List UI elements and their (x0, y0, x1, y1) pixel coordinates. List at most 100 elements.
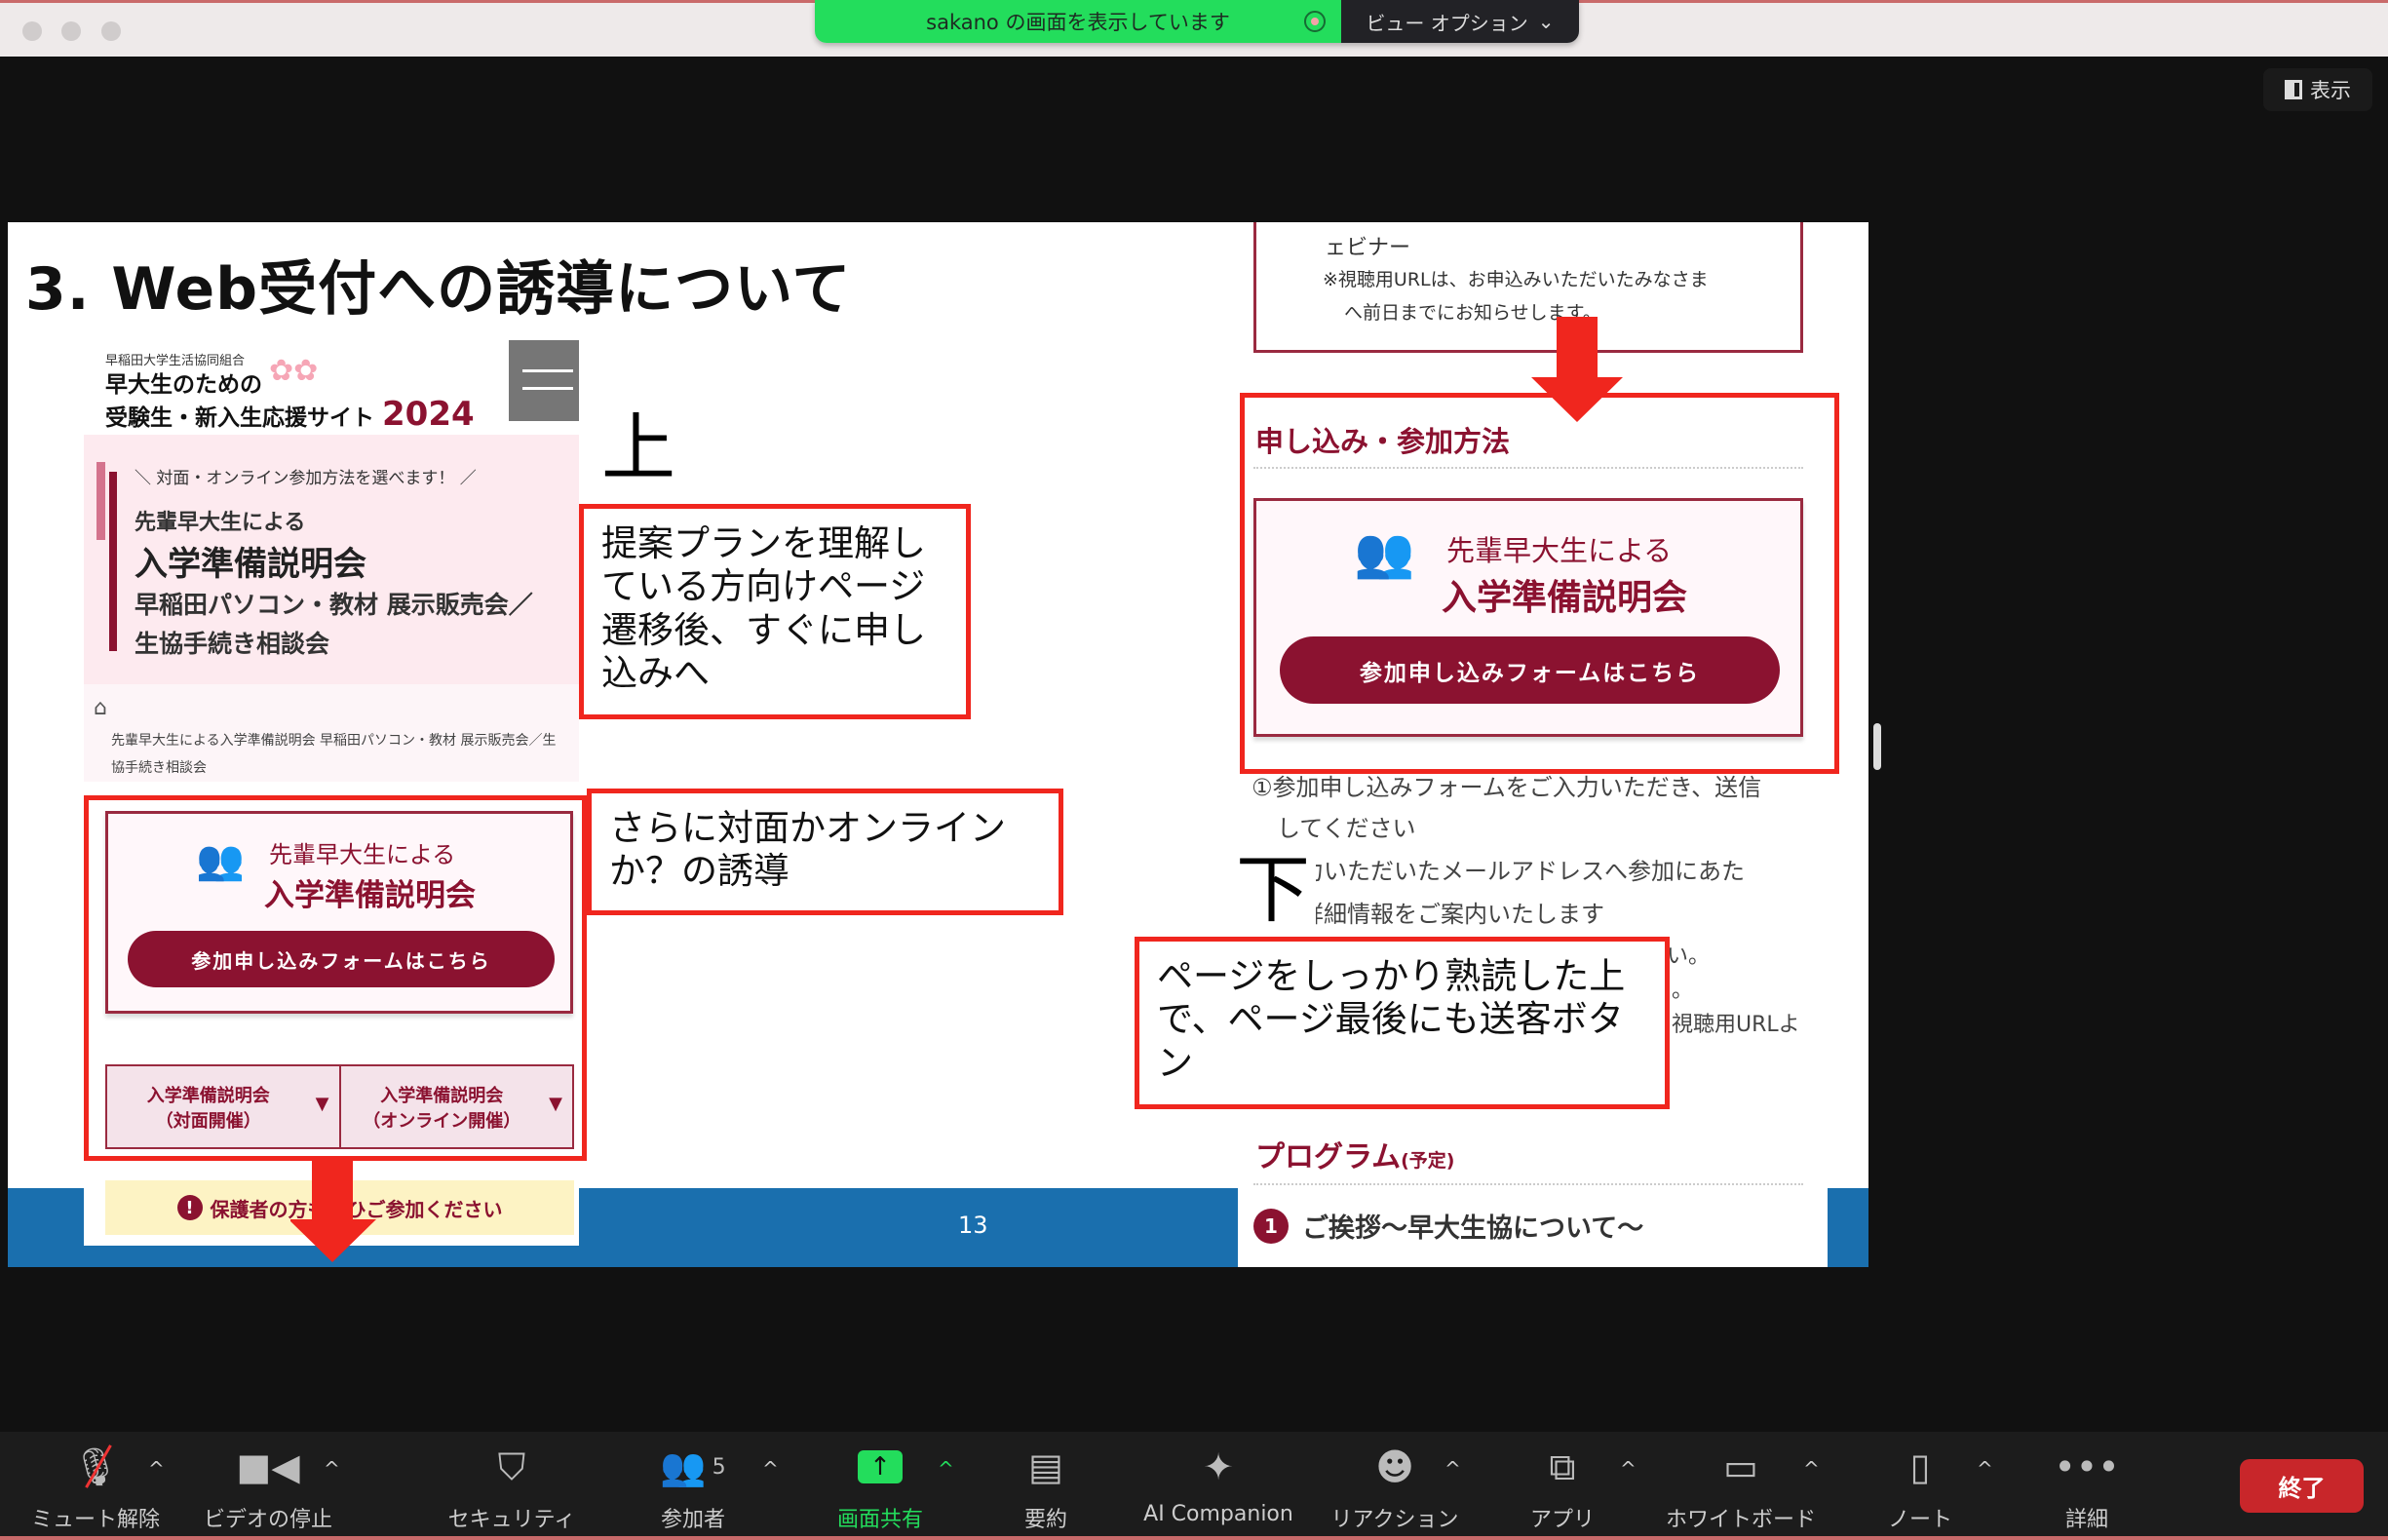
annotation-arrow-down-right (1531, 317, 1623, 422)
apps-button[interactable]: ⧉ アプリ (1530, 1432, 1595, 1540)
step-text: 。 (1672, 979, 1694, 1003)
home-icon[interactable]: ⌂ (94, 696, 107, 720)
view-options-button[interactable]: ビュー オプション ⌄ (1341, 0, 1579, 43)
step-text: 視聴用URLよ (1672, 1013, 1800, 1037)
recording-indicator-icon (1304, 11, 1326, 32)
video-options-caret[interactable]: ^ (324, 1457, 340, 1481)
sharing-status-text: sakano の画面を表示しています (926, 11, 1230, 34)
breadcrumb-current: 先輩早大生による入学準備説明会 早稲田パソコン・教材 展示販売会／生協手続き相談… (111, 733, 557, 776)
minimize-window-button[interactable] (61, 21, 81, 41)
apps-options-caret[interactable]: ^ (1620, 1457, 1637, 1481)
mute-button[interactable]: 🎙 ミュート解除 (31, 1432, 160, 1540)
toolbar-label: 画面共有 (836, 1508, 924, 1532)
share-screen-icon: ↑ (857, 1432, 903, 1502)
slide-title: 3. Web受付への誘導について (25, 255, 852, 324)
screen-share-banner: sakano の画面を表示しています ビュー オプション ⌄ (815, 0, 1579, 43)
zoom-window-button[interactable] (101, 21, 121, 41)
toolbar-label: ミュート解除 (30, 1508, 161, 1532)
webinar-info-box: ェビナー ※視聴用URLは、お申込みいただいたみなさま へ前日までにお知らせしま… (1253, 222, 1803, 353)
info-text: ※視聴用URLは、お申込みいただいたみなさま (1323, 269, 1709, 290)
security-button[interactable]: ⛉ セキュリティ (448, 1432, 576, 1540)
end-meeting-button[interactable]: 終了 (2240, 1459, 2364, 1513)
site-year: 2024 (382, 395, 475, 434)
program-item-text: ご挨拶〜早大生協について〜 (1302, 1213, 1644, 1244)
exclamation-icon: ! (176, 1195, 203, 1220)
layout-icon (2285, 80, 2302, 99)
reactions-options-caret[interactable]: ^ (1444, 1457, 1461, 1481)
info-text: ェビナー (1325, 236, 1411, 260)
summary-icon: ▤ (1028, 1445, 1063, 1488)
callout-quick-apply: 提案プランを理解している方向けページ遷移後、すぐに申し込みへ (579, 504, 971, 719)
annotation-arrow-down-left (290, 1161, 376, 1262)
view-layout-label: 表示 (2310, 79, 2351, 102)
whiteboard-options-caret[interactable]: ^ (1803, 1457, 1820, 1481)
program-note: (予定) (1401, 1150, 1455, 1172)
toolbar-label: ビデオの停止 (203, 1508, 333, 1532)
toolbar-label: 要約 (1023, 1508, 1068, 1532)
sakura-logo-icon: ✿✿ (269, 354, 319, 388)
program-item-number: 1 (1253, 1208, 1289, 1244)
apps-icon: ⧉ (1549, 1444, 1576, 1488)
toolbar-label: セキュリティ (447, 1508, 576, 1532)
emoji-icon: ☻ (1375, 1445, 1414, 1488)
callout-bottom-button: ページをしっかり熟読した上で、ページ最後にも送客ボタン (1135, 937, 1670, 1109)
toolbar-label: アプリ (1529, 1508, 1596, 1532)
microphone-muted-icon: 🎙 (72, 1432, 119, 1502)
participants-button[interactable]: 👥 5 参加者 (660, 1432, 725, 1540)
close-window-button[interactable] (22, 21, 42, 41)
more-icon: ••• (2054, 1445, 2120, 1488)
chevron-down-icon: ⌄ (1537, 10, 1555, 33)
program-item: 1 ご挨拶〜早大生協について〜 (1253, 1207, 1643, 1245)
slide-page-number: 13 (958, 1212, 988, 1239)
whiteboard-button[interactable]: ▭ ホワイトボード (1666, 1432, 1816, 1540)
hero-line4: 生協手続き相談会 (135, 630, 330, 658)
more-button[interactable]: ••• 詳細 (2054, 1432, 2119, 1540)
callout-format-choice: さらに対面かオンラインか？の誘導 (587, 789, 1063, 915)
whiteboard-icon: ▭ (1723, 1445, 1758, 1488)
ai-companion-button[interactable]: ✦ AI Companion (1143, 1432, 1293, 1540)
view-layout-button[interactable]: 表示 (2263, 68, 2372, 111)
video-camera-icon: ■◀ (236, 1445, 300, 1488)
toolbar-label: リアクション (1330, 1508, 1459, 1532)
hero-subtitle: 先輩早大生による (135, 511, 306, 535)
participants-options-caret[interactable]: ^ (762, 1457, 779, 1481)
breadcrumb: ⌂ 先輩早大生による入学準備説明会 早稲田パソコン・教材 展示販売会／生協手続き… (84, 684, 579, 782)
sparkle-icon: ✦ (1203, 1445, 1234, 1488)
step-text: してください (1277, 815, 1416, 842)
site-name-line1: 早大生のための (105, 372, 262, 398)
mute-options-caret[interactable]: ^ (148, 1457, 165, 1481)
toolbar-label: ホワイトボード (1665, 1508, 1817, 1532)
share-screen-button[interactable]: ↑ 画面共有 (837, 1432, 923, 1540)
annotation-frame-left (84, 795, 587, 1161)
hamburger-menu-button[interactable] (509, 340, 579, 421)
participant-count: 5 (712, 1454, 726, 1480)
stop-video-button[interactable]: ■◀ ビデオの停止 (204, 1432, 332, 1540)
step-text: の詳細情報をご案内いたします (1277, 901, 1604, 928)
hero-line3: 早稲田パソコン・教材 展示販売会／ (135, 591, 533, 619)
reactions-button[interactable]: ☻ リアクション (1331, 1432, 1459, 1540)
label-top: 上 (601, 404, 675, 491)
label-bottom: 下 (1230, 853, 1316, 927)
share-options-caret[interactable]: ^ (938, 1457, 954, 1481)
annotation-frame-right (1240, 393, 1839, 774)
shield-icon: ⛉ (497, 1444, 526, 1488)
notes-options-caret[interactable]: ^ (1977, 1457, 1993, 1481)
step-text: い。 (1667, 944, 1711, 969)
site-name-line2: 受験生・新入生応援サイト 2024 (105, 395, 475, 434)
view-options-label: ビュー オプション (1366, 11, 1528, 35)
summary-button[interactable]: ▤ 要約 (1024, 1432, 1067, 1540)
toolbar-label: 詳細 (2064, 1508, 2108, 1532)
scrollbar[interactable] (1873, 723, 1881, 770)
toolbar-label: ノート (1887, 1508, 1953, 1532)
toolbar-label: AI Companion (1143, 1502, 1293, 1526)
participants-icon: 👥 5 (660, 1444, 726, 1488)
program-title: プログラム(予定) (1255, 1140, 1455, 1174)
notes-icon: ▯ (1909, 1445, 1931, 1488)
shared-slide: 3. Web受付への誘導について 13 早稲田大学生活協同組合 早大生のための … (8, 222, 1868, 1267)
hero-title: 入学準備説明会 (135, 545, 366, 584)
meeting-toolbar: 🎙 ミュート解除 ^ ■◀ ビデオの停止 ^ ⛉ セキュリティ 👥5 参加者 ^ ↑ 画面… (0, 1432, 2388, 1540)
hero-tagline: ＼ 対面・オンライン参加方法を選べます！ ／ (135, 469, 477, 488)
notes-button[interactable]: ▯ ノート (1888, 1432, 1952, 1540)
step-text: 入力いただいたメールアドレスへ参加にあた (1277, 858, 1745, 885)
hero-section: ＼ 対面・オンライン参加方法を選べます！ ／ 先輩早大生による 入学準備説明会 … (84, 435, 579, 684)
